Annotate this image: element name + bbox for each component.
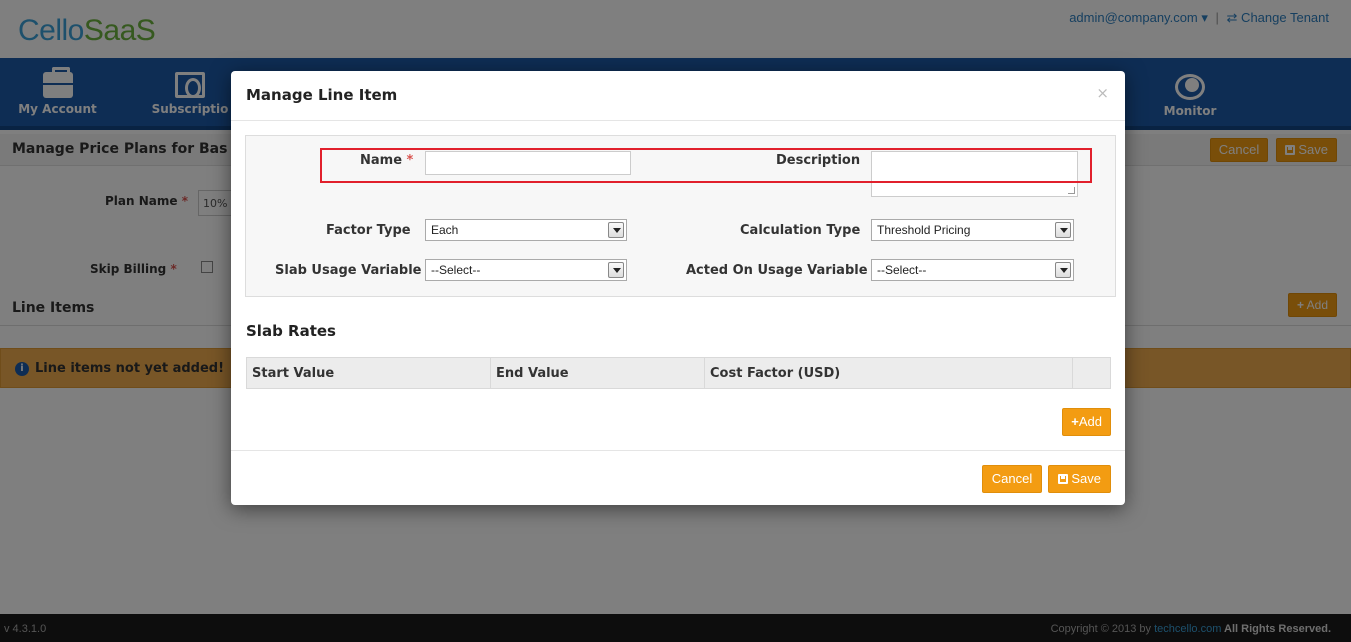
slab-usage-variable-label: Slab Usage Variable: [275, 263, 422, 278]
modal-footer: Cancel Save: [231, 450, 1125, 505]
slab-rates-add-button[interactable]: +Add: [1062, 408, 1111, 436]
slab-rates-table: Start Value End Value Cost Factor (USD): [246, 357, 1111, 389]
calculation-type-value: Threshold Pricing: [877, 223, 971, 237]
chevron-down-icon: [1055, 222, 1071, 238]
factor-type-value: Each: [431, 223, 459, 237]
add-label: Add: [1078, 414, 1102, 429]
calculation-type-label: Calculation Type: [740, 223, 861, 238]
cancel-button[interactable]: Cancel: [981, 465, 1043, 493]
save-icon: [1058, 474, 1069, 484]
acted-on-usage-variable-value: --Select--: [877, 263, 927, 277]
chevron-down-icon: [1055, 262, 1071, 278]
slab-usage-variable-value: --Select--: [431, 263, 481, 277]
acted-on-usage-variable-label: Acted On Usage Variable: [686, 263, 868, 278]
calculation-type-select[interactable]: Threshold Pricing: [871, 219, 1074, 241]
factor-type-label: Factor Type: [326, 223, 411, 238]
close-icon[interactable]: ×: [1096, 84, 1109, 102]
highlight-box: [320, 148, 1092, 183]
chevron-down-icon: [608, 262, 624, 278]
save-label: Save: [1071, 471, 1101, 486]
slab-rates-title: Slab Rates: [246, 322, 336, 340]
column-header-cost-factor: Cost Factor (USD): [705, 358, 1073, 388]
chevron-down-icon: [608, 222, 624, 238]
column-header-actions: [1073, 358, 1111, 388]
column-header-start-value: Start Value: [247, 358, 491, 388]
plus-icon: +: [1071, 414, 1079, 429]
modal-title: Manage Line Item: [246, 86, 398, 104]
save-button[interactable]: Save: [1048, 465, 1111, 493]
slab-usage-variable-select[interactable]: --Select--: [425, 259, 627, 281]
manage-line-item-modal: Manage Line Item × Name * Description Fa…: [231, 71, 1125, 505]
acted-on-usage-variable-select[interactable]: --Select--: [871, 259, 1074, 281]
modal-header: Manage Line Item ×: [231, 71, 1125, 121]
column-header-end-value: End Value: [491, 358, 705, 388]
factor-type-select[interactable]: Each: [425, 219, 627, 241]
modal-actions: Cancel Save: [980, 465, 1111, 493]
